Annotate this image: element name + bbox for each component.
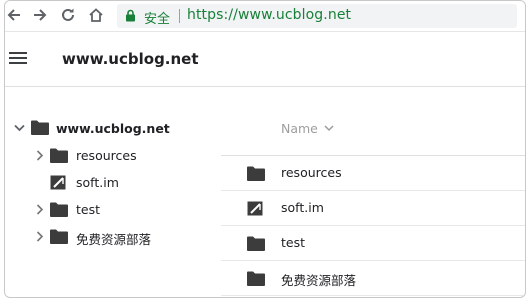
- forward-button[interactable]: [29, 4, 51, 26]
- chevron-down-icon: [324, 125, 334, 132]
- tree-item-label: soft.im: [76, 175, 119, 190]
- reload-button[interactable]: [57, 4, 79, 26]
- chevron-right-icon[interactable]: [36, 204, 44, 215]
- arrow-right-icon: [34, 9, 47, 21]
- app-header: www.ucblog.net: [5, 32, 525, 87]
- list-item-test[interactable]: test: [221, 226, 525, 261]
- folder-icon: [247, 166, 265, 181]
- reload-icon: [62, 8, 74, 21]
- url-text[interactable]: https://www.ucblog.net: [187, 7, 351, 23]
- tree-item-soft-im[interactable]: soft.im: [5, 169, 221, 196]
- list-item-free-resources[interactable]: 免费资源部落: [221, 261, 525, 296]
- file-list: Name resources soft.im test 免费资源部落: [221, 89, 525, 297]
- tree-root[interactable]: www.ucblog.net: [5, 115, 221, 142]
- shortcut-icon: [50, 175, 66, 190]
- home-button[interactable]: [85, 4, 107, 26]
- tree-item-test[interactable]: test: [5, 196, 221, 223]
- list-item-label: test: [281, 235, 306, 250]
- browser-window: 安全 https://www.ucblog.net www.ucblog.net…: [4, 0, 526, 298]
- secure-label: 安全: [144, 12, 171, 27]
- home-icon: [89, 8, 103, 22]
- folder-icon: [50, 229, 68, 244]
- name-column-label: Name: [281, 121, 318, 136]
- folder-icon: [50, 148, 68, 163]
- list-item-label: resources: [281, 165, 342, 180]
- address-bar[interactable]: 安全 https://www.ucblog.net: [117, 4, 517, 28]
- chevron-down-icon[interactable]: [14, 124, 25, 132]
- browser-toolbar: 安全 https://www.ucblog.net: [5, 1, 525, 32]
- tree-item-resources[interactable]: resources: [5, 142, 221, 169]
- list-item-soft-im[interactable]: soft.im: [221, 191, 525, 226]
- list-item-label: soft.im: [281, 200, 324, 215]
- folder-icon: [31, 120, 49, 135]
- tree-root-label: www.ucblog.net: [56, 121, 170, 136]
- folder-icon: [50, 202, 68, 217]
- name-column-header[interactable]: Name: [281, 121, 334, 136]
- menu-button[interactable]: [9, 50, 27, 69]
- tree-item-label: test: [76, 202, 101, 217]
- site-title: www.ucblog.net: [62, 50, 199, 68]
- tree-item-label: resources: [76, 148, 137, 163]
- arrow-left-icon: [7, 9, 20, 21]
- address-divider: [179, 9, 180, 23]
- tree-item-free-resources[interactable]: 免费资源部落: [5, 223, 221, 250]
- list-header: Name: [221, 109, 525, 156]
- shortcut-icon: [247, 201, 263, 216]
- back-button[interactable]: [5, 4, 25, 26]
- folder-icon: [247, 236, 265, 251]
- list-item-resources[interactable]: resources: [221, 156, 525, 191]
- chevron-right-icon[interactable]: [36, 231, 44, 242]
- chevron-right-icon[interactable]: [36, 150, 44, 161]
- tree-item-label: 免费资源部落: [76, 232, 152, 247]
- folder-icon: [247, 271, 265, 286]
- list-item-label: 免费资源部落: [281, 273, 357, 288]
- lock-icon: [126, 9, 135, 22]
- hamburger-icon: [9, 52, 27, 64]
